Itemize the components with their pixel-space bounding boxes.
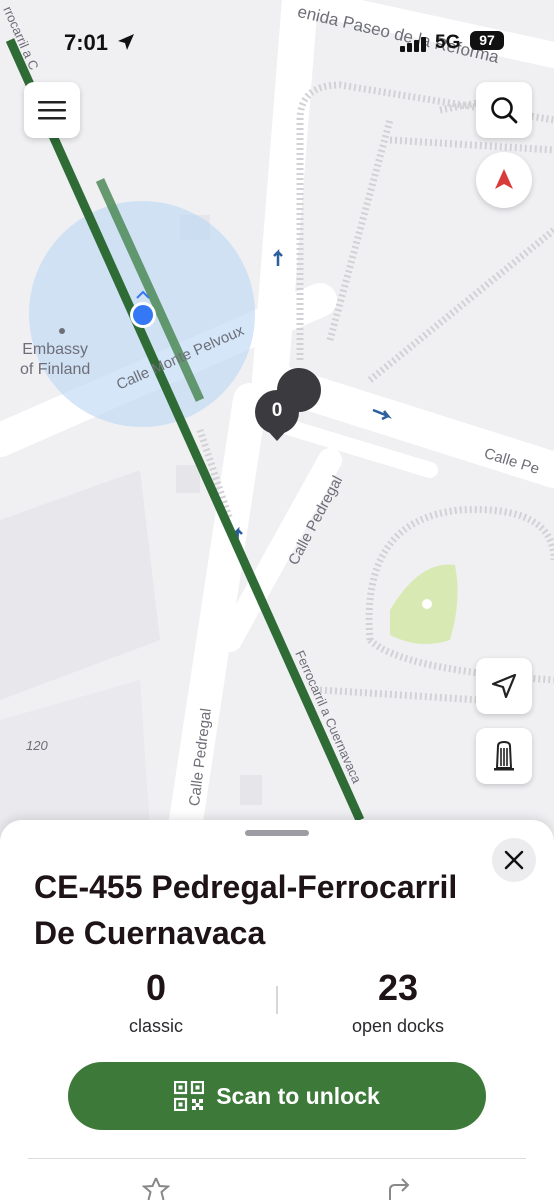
network-type: 5G <box>435 32 461 53</box>
poi-label-line: of Finland <box>20 361 91 378</box>
poi-label-line: Embassy <box>22 341 89 358</box>
docks-count: 23 <box>377 967 419 1008</box>
qr-code-icon <box>174 1081 205 1111</box>
search-button[interactable] <box>476 82 532 138</box>
sheet-grabber[interactable] <box>245 830 309 836</box>
poi-label: Embassy of Finland <box>20 340 90 380</box>
building-block <box>240 775 262 805</box>
recenter-location-button[interactable] <box>476 658 532 714</box>
building-block <box>176 465 200 493</box>
station-pin-count[interactable]: 0 <box>262 400 292 422</box>
scan-to-unlock-button[interactable]: Scan to unlock <box>68 1062 486 1130</box>
compass-icon <box>495 169 513 189</box>
search-icon <box>491 97 518 124</box>
menu-button[interactable] <box>24 82 80 138</box>
close-icon <box>504 850 524 870</box>
station-detail-sheet: CE-455 Pedregal-Ferrocarril De Cuernavac… <box>0 820 554 1200</box>
park-marker <box>422 599 432 609</box>
map-number-label: 120 <box>26 738 48 753</box>
battery-indicator: 97 <box>470 31 504 50</box>
status-bar: 7:01 5G 97 <box>0 28 554 56</box>
poi-dot <box>59 328 65 334</box>
directions-icon[interactable] <box>386 1176 414 1200</box>
navigation-arrow-icon <box>491 673 517 699</box>
status-time: 7:01 <box>64 30 109 55</box>
location-services-icon <box>118 34 134 50</box>
cellular-signal-icon <box>400 37 426 52</box>
classic-count: 0 <box>145 967 167 1008</box>
bike-dock-icon <box>494 740 514 771</box>
dock-filter-button[interactable] <box>476 728 532 784</box>
star-icon[interactable] <box>142 1176 170 1200</box>
classic-bikes-stat: 0 classic <box>36 968 276 1037</box>
map-view[interactable] <box>0 0 554 860</box>
user-location-dot <box>133 305 153 325</box>
hamburger-icon <box>38 101 66 120</box>
scan-button-label: Scan to unlock <box>216 1082 380 1109</box>
classic-label: classic <box>128 1016 183 1036</box>
section-divider <box>28 1158 526 1159</box>
open-docks-stat: 23 open docks <box>278 968 518 1037</box>
docks-label: open docks <box>351 1016 445 1036</box>
station-title: CE-455 Pedregal-Ferrocarril De Cuernavac… <box>34 869 458 951</box>
compass-button[interactable] <box>476 152 532 208</box>
